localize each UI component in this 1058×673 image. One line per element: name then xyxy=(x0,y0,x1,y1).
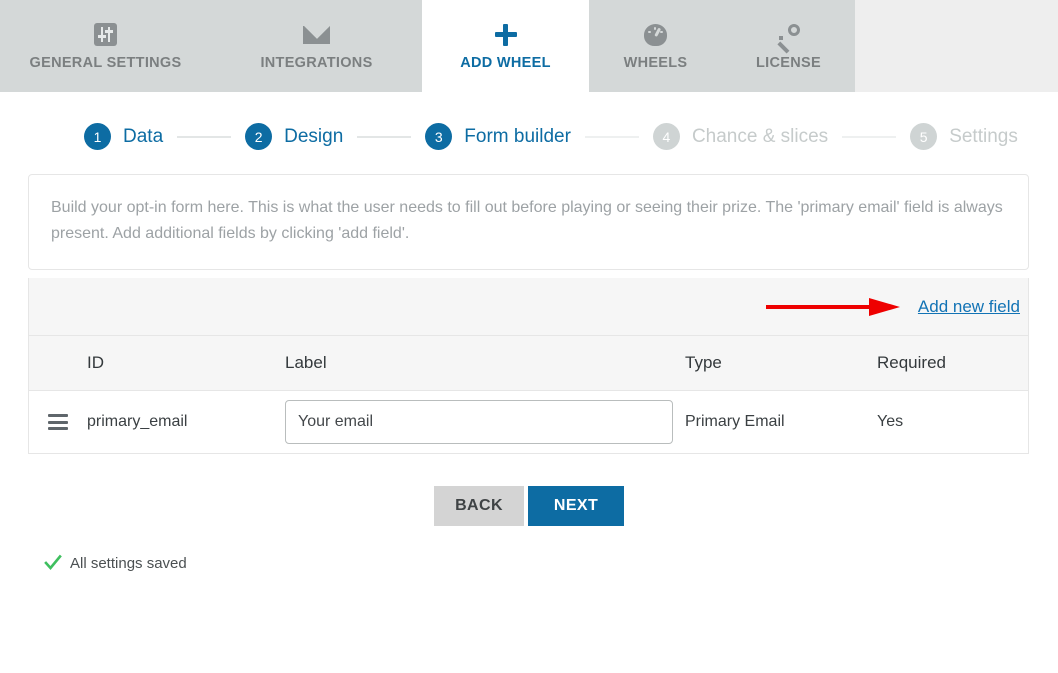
step-3-form-builder[interactable]: 3 Form builder xyxy=(425,123,571,150)
table-row: primary_email Primary Email Yes xyxy=(29,391,1028,453)
sliders-icon xyxy=(94,22,117,48)
step-5-label: Settings xyxy=(949,125,1018,147)
step-4-label: Chance & slices xyxy=(691,125,829,147)
tab-license-label: LICENSE xyxy=(756,54,821,71)
step-5-settings[interactable]: 5 Settings xyxy=(910,123,1018,150)
check-icon xyxy=(44,554,62,570)
next-button[interactable]: NEXT xyxy=(528,486,624,526)
row-handle-cell xyxy=(29,414,87,430)
tab-add-wheel[interactable]: ADD WHEEL xyxy=(422,0,589,92)
red-arrow-annotation xyxy=(766,297,900,316)
drag-handle-icon[interactable] xyxy=(48,414,68,430)
add-new-field-link[interactable]: Add new field xyxy=(918,297,1020,317)
step-connector-4 xyxy=(842,135,897,138)
gauge-icon xyxy=(644,22,667,48)
step-2-number: 2 xyxy=(245,123,273,150)
tab-add-wheel-label: ADD WHEEL xyxy=(460,54,551,71)
step-2-label: Design xyxy=(284,125,344,147)
step-4-chance-and-slices[interactable]: 4 Chance & slices xyxy=(652,123,829,150)
step-1-number: 1 xyxy=(84,123,111,150)
description-text: Build your opt-in form here. This is wha… xyxy=(51,199,1003,242)
cell-type: Primary Email xyxy=(685,413,785,430)
column-header-required: Required xyxy=(877,353,946,372)
envelope-icon xyxy=(303,22,330,48)
step-4-number: 4 xyxy=(652,123,680,150)
step-indicator: 1 Data 2 Design 3 Form builder 4 Chance … xyxy=(0,92,1058,152)
form-fields-table: Add new field ID Label Type Required pri… xyxy=(28,278,1029,454)
save-status-text: All settings saved xyxy=(70,554,187,572)
step-2-design[interactable]: 2 Design xyxy=(245,123,343,150)
step-5-number: 5 xyxy=(910,123,938,150)
back-button[interactable]: BACK xyxy=(434,486,524,526)
column-header-id: ID xyxy=(87,353,104,372)
tab-integrations[interactable]: INTEGRATIONS xyxy=(211,0,422,92)
main-content: Build your opt-in form here. This is wha… xyxy=(0,174,1058,572)
table-header-row: ID Label Type Required xyxy=(29,336,1028,391)
column-header-type: Type xyxy=(685,353,722,372)
step-3-label: Form builder xyxy=(464,125,571,147)
field-label-input[interactable] xyxy=(285,400,673,444)
tab-general-settings[interactable]: GENERAL SETTINGS xyxy=(0,0,211,92)
save-status: All settings saved xyxy=(28,554,1058,572)
step-1-data[interactable]: 1 Data xyxy=(84,123,163,150)
add-field-bar: Add new field xyxy=(29,278,1028,336)
cell-label xyxy=(285,400,685,444)
tab-license[interactable]: LICENSE xyxy=(722,0,855,92)
step-connector-3 xyxy=(584,135,639,138)
step-connector-2 xyxy=(357,135,412,138)
tab-list: GENERAL SETTINGS INTEGRATIONS ADD WHEEL … xyxy=(0,0,855,92)
tab-integrations-label: INTEGRATIONS xyxy=(260,54,373,71)
plus-icon xyxy=(494,22,518,48)
tab-general-settings-label: GENERAL SETTINGS xyxy=(29,54,182,71)
step-3-number: 3 xyxy=(425,123,453,150)
step-1-label: Data xyxy=(123,125,164,147)
tab-bar: GENERAL SETTINGS INTEGRATIONS ADD WHEEL … xyxy=(0,0,1058,92)
key-icon xyxy=(777,22,800,54)
tab-wheels[interactable]: WHEELS xyxy=(589,0,722,92)
wizard-buttons: BACK NEXT xyxy=(28,486,1058,526)
cell-id: primary_email xyxy=(87,413,188,430)
cell-required: Yes xyxy=(877,413,904,430)
column-header-label: Label xyxy=(285,353,327,372)
description-panel: Build your opt-in form here. This is wha… xyxy=(28,174,1029,270)
tab-wheels-label: WHEELS xyxy=(623,54,688,71)
step-connector-1 xyxy=(177,135,232,138)
